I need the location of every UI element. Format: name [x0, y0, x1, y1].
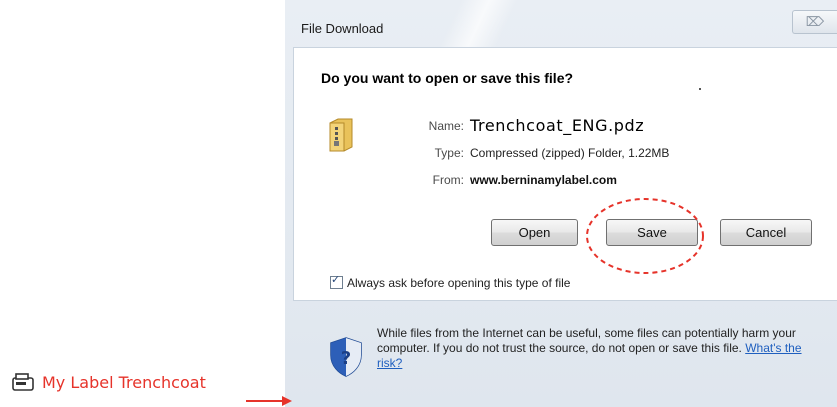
file-name: Trenchcoat_ENG.pdz [470, 116, 645, 135]
type-label: Type: [434, 146, 464, 160]
name-label: Name: [428, 119, 464, 133]
save-highlight-circle [586, 198, 704, 274]
dialog-question: Do you want to open or save this file? [321, 70, 574, 86]
close-icon: ⌦ [805, 14, 825, 29]
warning-text: While files from the Internet can be use… [377, 326, 822, 371]
file-source: www.berninamylabel.com [470, 173, 617, 187]
dialog-content: Do you want to open or save this file? N… [293, 47, 837, 301]
always-ask-label: Always ask before opening this type of f… [347, 276, 571, 290]
open-button[interactable]: Open [491, 219, 578, 246]
security-warning: ? While files from the Internet can be u… [293, 299, 837, 407]
from-label: From: [432, 173, 464, 187]
warning-body: While files from the Internet can be use… [377, 326, 796, 355]
arrow-icon [246, 396, 292, 406]
zipped-folder-icon [329, 118, 353, 152]
shield-help-icon: ? [330, 337, 362, 377]
file-download-dialog: File Download ⌦ Do you want to open or s… [285, 0, 837, 407]
file-type: Compressed (zipped) Folder, 1.22MB [470, 146, 670, 160]
close-button[interactable]: ⌦ [792, 10, 837, 34]
svg-text:?: ? [341, 348, 351, 369]
speck [699, 88, 701, 90]
always-ask-option[interactable]: Always ask before opening this type of f… [330, 273, 571, 290]
my-label-annotation: My Label Trenchcoat [12, 372, 206, 392]
sewing-machine-icon [12, 373, 34, 391]
dialog-title: File Download [301, 21, 384, 36]
my-label-text: My Label Trenchcoat [42, 372, 206, 392]
cancel-button[interactable]: Cancel [720, 219, 812, 246]
always-ask-checkbox[interactable] [330, 273, 343, 289]
